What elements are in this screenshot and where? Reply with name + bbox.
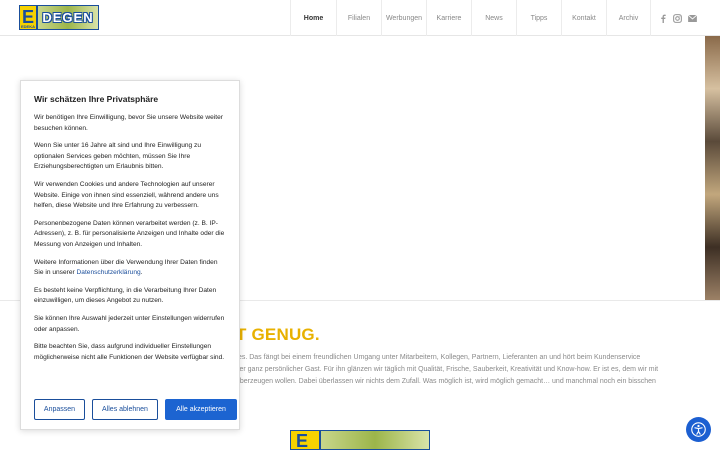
facebook-icon[interactable] [658,14,667,23]
body-text-line: überzeugen wollen. Dabei überlassen wir … [236,378,656,385]
consent-paragraph: Bitte beachten Sie, dass aufgrund indivi… [34,343,225,361]
consent-paragraph: Es besteht keine Verpflichtung, in die V… [34,286,217,305]
consent-paragraph: Wir verwenden Cookies und andere Technol… [34,180,219,210]
body-text-line: tes. Das fängt bei einem freundlichen Um… [236,354,641,361]
footer-logo: E [290,430,430,450]
nav-karriere[interactable]: Karriere [426,0,471,36]
nav-kontakt[interactable]: Kontakt [561,0,606,36]
footer-logo-e: E [290,430,320,450]
logo-word: DEGEN [42,10,94,25]
instagram-icon[interactable] [673,13,682,23]
nav-news[interactable]: News [471,0,516,36]
consent-privacy-dot: . [140,269,143,277]
nav-home[interactable]: Home [290,0,336,36]
consent-button-row: Anpassen Alles ablehnen Alle akzeptieren [34,399,237,420]
nav-filialen[interactable]: Filialen [336,0,381,36]
consent-paragraph-privacy: Weitere Informationen über die Verwendun… [34,258,226,279]
section-headline: T GENUG. [236,325,320,344]
reject-all-button[interactable]: Alles ablehnen [92,399,158,420]
accessibility-icon [691,422,706,437]
nav-tipps[interactable]: Tipps [516,0,561,36]
edeka-degen-logo[interactable]: E EDEKA DEGEN [19,5,101,30]
accessibility-button[interactable] [686,417,711,442]
privacy-consent-dialog: Wir schätzen Ihre Privatsphäre Wir benöt… [20,80,240,430]
social-links [658,0,697,36]
privacy-policy-link[interactable]: Datenschutzerklärung [77,269,141,276]
nav-werbungen[interactable]: Werbungen [381,0,426,36]
customize-button[interactable]: Anpassen [34,399,85,420]
logo-small-text: EDEKA [21,24,36,29]
nav-archiv[interactable]: Archiv [606,0,651,36]
consent-paragraph: Wir benötigen Ihre Einwilligung, bevor S… [34,114,223,132]
body-text-line: ser ganz persönlicher Gast. Für ihn glän… [236,366,659,373]
mail-icon[interactable] [688,14,697,23]
consent-paragraph: Sie können Ihre Auswahl jederzeit unter … [34,314,225,333]
hero-image-edge [705,36,720,300]
main-nav: Home Filialen Werbungen Karriere News Ti… [290,0,651,36]
logo-word-box: DEGEN [37,5,99,30]
accept-all-button[interactable]: Alle akzeptieren [165,399,237,420]
footer-logo-letter: E [296,431,309,450]
footer-logo-word [320,430,430,450]
consent-paragraph: Personenbezogene Daten können verarbeite… [34,219,225,248]
consent-paragraph: Wenn Sie unter 16 Jahre alt sind und Ihr… [34,142,202,171]
site-header: E EDEKA DEGEN Home Filialen Werbungen Ka… [0,0,720,36]
logo-e-box: E EDEKA [19,5,37,30]
consent-title: Wir schätzen Ihre Privatsphäre [34,94,159,104]
